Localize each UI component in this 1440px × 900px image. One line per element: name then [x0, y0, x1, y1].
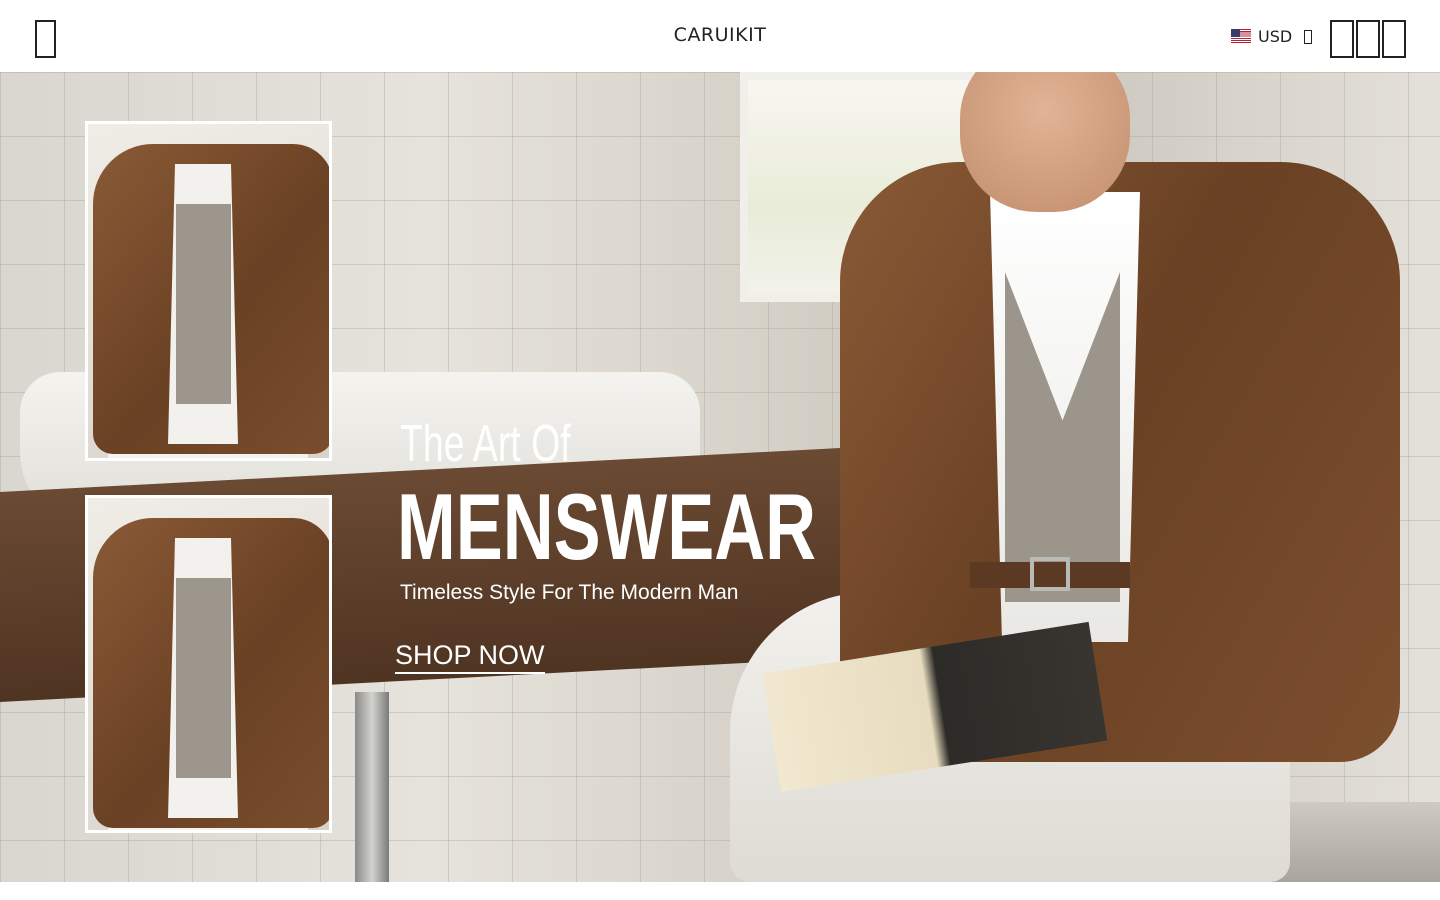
us-flag-icon — [1231, 29, 1251, 43]
model-belt-buckle — [1030, 557, 1070, 591]
thumbnail-sweater — [176, 578, 231, 778]
flag-canton — [1231, 29, 1240, 37]
shop-now-link[interactable]: SHOP NOW — [395, 642, 545, 674]
product-thumbnail-side[interactable] — [85, 495, 332, 833]
search-icon[interactable] — [1330, 20, 1354, 58]
hero-headline-small: The Art Of — [400, 415, 571, 473]
currency-selector[interactable]: USD — [1231, 26, 1292, 46]
cart-icon[interactable] — [1382, 20, 1406, 58]
product-thumbnail-front[interactable] — [85, 121, 332, 461]
hero-pipe — [355, 692, 389, 882]
model-face — [960, 72, 1130, 212]
hero-tagline: Timeless Style For The Modern Man — [400, 581, 739, 604]
brand-logo: CARUIKIT — [0, 24, 1440, 46]
currency-code: USD — [1258, 26, 1293, 46]
account-icon[interactable] — [1356, 20, 1380, 58]
menu-icon[interactable] — [35, 20, 56, 58]
thumbnail-sweater — [176, 204, 231, 404]
brand-logo-text[interactable]: CARUIKIT — [674, 24, 767, 46]
site-header: CARUIKIT USD — [0, 0, 1440, 72]
hero-headline-big: MENSWEAR — [397, 474, 817, 579]
hero-banner[interactable]: The Art Of MENSWEAR Timeless Style For T… — [0, 72, 1440, 882]
hero-model-image — [730, 72, 1440, 882]
chevron-down-icon[interactable] — [1304, 30, 1312, 44]
